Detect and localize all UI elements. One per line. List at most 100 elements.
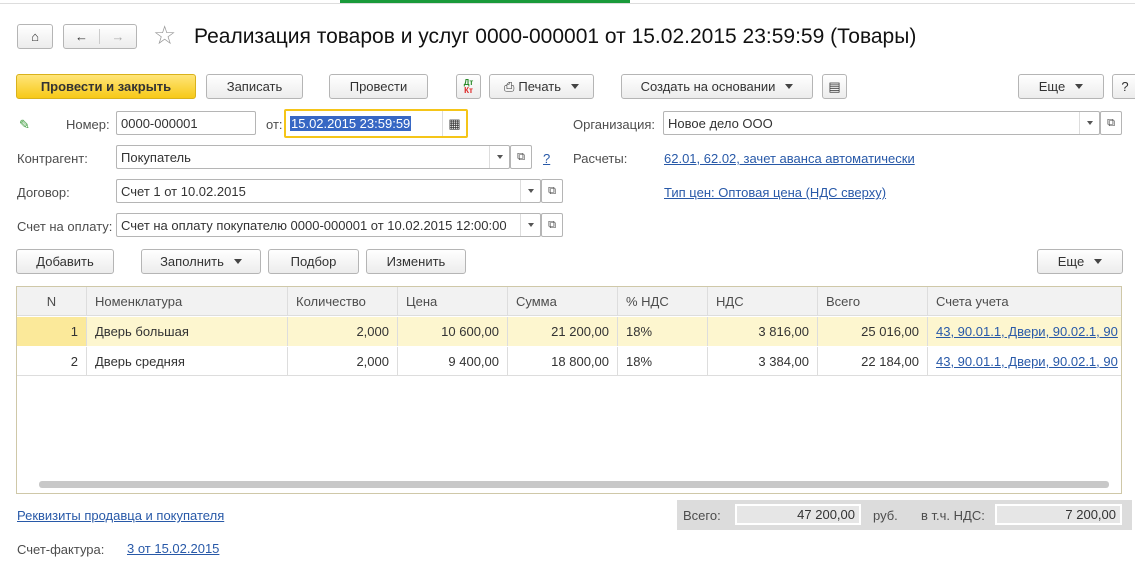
dropdown-icon[interactable] [520, 180, 540, 202]
number-label: Номер: [66, 117, 110, 132]
cell-nomenclature: Дверь большая [87, 317, 288, 346]
create-based-on-button[interactable]: Создать на основании [621, 74, 813, 99]
total-value: 47 200,00 [735, 504, 861, 525]
cell-total: 25 016,00 [818, 317, 928, 346]
add-button[interactable]: Добавить [16, 249, 114, 274]
more-button[interactable]: Еще [1018, 74, 1104, 99]
contract-value: Счет 1 от 10.02.2015 [121, 183, 246, 199]
cell-nomenclature: Дверь средняя [87, 347, 288, 375]
column-header-vat-rate[interactable]: % НДС [618, 287, 708, 315]
page-title: Реализация товаров и услуг 0000-000001 о… [194, 25, 917, 48]
vat-label: в т.ч. НДС: [921, 508, 985, 523]
price-type-link[interactable]: Тип цен: Оптовая цена (НДС сверху) [664, 185, 886, 200]
save-button[interactable]: Записать [206, 74, 303, 99]
column-header-sum[interactable]: Сумма [508, 287, 618, 315]
post-and-close-button[interactable]: Провести и закрыть [16, 74, 196, 99]
column-header-price[interactable]: Цена [398, 287, 508, 315]
cell-sum: 18 800,00 [508, 347, 618, 375]
table-header: N Номенклатура Количество Цена Сумма% НДС НДС… [17, 287, 1121, 316]
dropdown-icon[interactable] [520, 214, 540, 236]
organization-field[interactable]: Новое дело ООО [663, 111, 1100, 135]
tab-strip [0, 0, 1135, 4]
tax-invoice-label: Счет-фактура: [17, 542, 105, 557]
payment-invoice-label: Счет на оплату: [17, 219, 113, 234]
column-header-vat[interactable]: НДС [708, 287, 818, 315]
payment-invoice-value: Счет на оплату покупателю 0000-000001 от… [121, 217, 507, 233]
currency-label: руб. [873, 508, 898, 523]
open-icon[interactable]: ⧉ [541, 213, 563, 237]
more-label: Еще [1038, 79, 1066, 94]
seller-buyer-details-link[interactable]: Реквизиты продавца и покупателя [17, 508, 224, 523]
print-label: Печать [518, 79, 561, 94]
open-icon[interactable]: ⧉ [1100, 111, 1122, 135]
fill-label: Заполнить [160, 254, 224, 269]
create-based-label: Создать на основании [640, 79, 776, 94]
counterparty-value: Покупатель [121, 149, 191, 165]
cell-n: 1 [17, 317, 87, 346]
cell-vat-rate: 18% [618, 347, 708, 375]
counterparty-field[interactable]: Покупатель [116, 145, 510, 169]
column-header-accounts[interactable]: Счета учета [928, 287, 1121, 315]
payment-invoice-field[interactable]: Счет на оплату покупателю 0000-000001 от… [116, 213, 541, 237]
table-row[interactable]: 1 Дверь большая 2,000 10 600,00 21 200,00 18%… [17, 317, 1121, 346]
open-icon[interactable]: ⧉ [510, 145, 532, 169]
dropdown-icon[interactable] [489, 146, 509, 168]
table-row[interactable]: 2 Дверь средняя 2,000 9 400,00 18 800,00 18% 3… [17, 347, 1121, 376]
print-button[interactable]: ⎙ Печать [489, 74, 594, 99]
cell-quantity: 2,000 [288, 317, 398, 346]
selection-button[interactable]: Подбор [268, 249, 359, 274]
change-button[interactable]: Изменить [366, 249, 466, 274]
help-button[interactable]: ? [1112, 74, 1135, 99]
totals-panel: Всего: 47 200,00 руб. в т.ч. НДС: 7 200,… [677, 500, 1132, 530]
contract-label: Договор: [17, 185, 70, 200]
counterparty-label: Контрагент: [17, 151, 88, 166]
cell-total: 22 184,00 [818, 347, 928, 375]
date-value: 15.02.2015 23:59:59 [290, 116, 412, 131]
vat-value: 7 200,00 [995, 504, 1122, 525]
cell-n: 2 [17, 347, 87, 375]
organization-value: Новое дело ООО [668, 115, 773, 131]
organization-label: Организация: [573, 117, 656, 132]
fill-button[interactable]: Заполнить [141, 249, 261, 274]
back-icon[interactable]: ← [64, 29, 100, 44]
printer-icon: ⎙ [504, 78, 515, 94]
calendar-icon[interactable]: ▦ [442, 111, 466, 136]
date-label: от: [266, 117, 283, 132]
tax-invoice-link[interactable]: 3 от 15.02.2015 [127, 541, 219, 556]
nav-buttons: ← → [63, 24, 137, 49]
favorite-star-icon[interactable]: ☆ [153, 20, 176, 51]
cell-vat: 3 384,00 [708, 347, 818, 375]
number-field[interactable]: 0000-000001 [116, 111, 256, 135]
open-icon[interactable]: ⧉ [541, 179, 563, 203]
column-header-nomenclature[interactable]: Номенклатура [87, 287, 288, 315]
cell-quantity: 2,000 [288, 347, 398, 375]
cell-sum: 21 200,00 [508, 317, 618, 346]
settlements-label: Расчеты: [573, 151, 628, 166]
counterparty-help-link[interactable]: ? [543, 151, 550, 166]
dropdown-icon[interactable] [1079, 112, 1099, 134]
goods-table: N Номенклатура Количество Цена Сумма% НДС НДС… [16, 286, 1122, 494]
active-tab-indicator [340, 0, 630, 3]
table-more-button[interactable]: Еще [1037, 249, 1123, 274]
forward-icon[interactable]: → [100, 29, 136, 44]
date-field[interactable]: 15.02.2015 23:59:59 ▦ [284, 109, 468, 138]
contract-field[interactable]: Счет 1 от 10.02.2015 [116, 179, 541, 203]
total-label: Всего: [683, 508, 721, 523]
cell-vat: 3 816,00 [708, 317, 818, 346]
column-header-n[interactable]: N [17, 287, 87, 315]
cell-price: 9 400,00 [398, 347, 508, 375]
report-icon[interactable]: ▤ [822, 74, 847, 99]
cell-accounts[interactable]: 43, 90.01.1, Двери, 90.02.1, 90 [928, 317, 1121, 346]
home-button[interactable]: ⌂ [17, 24, 53, 49]
settlements-link[interactable]: 62.01, 62.02, зачет аванса автоматически [664, 151, 915, 166]
cell-price: 10 600,00 [398, 317, 508, 346]
horizontal-scrollbar[interactable] [39, 481, 1109, 488]
table-more-label: Еще [1057, 254, 1085, 269]
cell-vat-rate: 18% [618, 317, 708, 346]
column-header-total[interactable]: Всего [818, 287, 928, 315]
home-icon: ⌂ [31, 29, 39, 44]
dt-kt-button[interactable]: Дт Кт [456, 74, 481, 99]
post-button[interactable]: Провести [329, 74, 428, 99]
column-header-quantity[interactable]: Количество [288, 287, 398, 315]
cell-accounts[interactable]: 43, 90.01.1, Двери, 90.02.1, 90 [928, 347, 1121, 375]
